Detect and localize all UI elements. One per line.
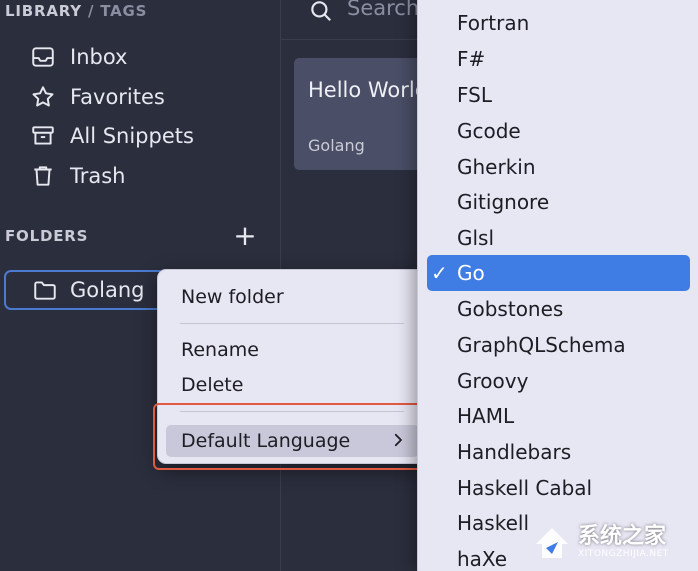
language-item[interactable]: Fortran: [457, 11, 529, 35]
sidebar-item-favorites[interactable]: Favorites: [30, 82, 165, 112]
language-label: Go: [457, 261, 485, 285]
menu-separator: [180, 411, 404, 412]
inbox-icon: [30, 44, 56, 70]
watermark-name: 系统之家: [578, 524, 667, 549]
language-item-selected[interactable]: ✓ Go: [427, 255, 690, 291]
snippet-title: Hello World: [308, 78, 429, 102]
search-input[interactable]: Search: [347, 0, 419, 20]
language-item[interactable]: F#: [457, 47, 485, 71]
sidebar-item-label: All Snippets: [70, 124, 194, 148]
menu-item-new-folder[interactable]: New folder: [181, 286, 284, 308]
folders-header: FOLDERS: [5, 227, 89, 245]
add-folder-button[interactable]: +: [232, 222, 258, 250]
search-bar[interactable]: Search: [281, 0, 421, 40]
menu-item-rename[interactable]: Rename: [181, 339, 259, 361]
sidebar-item-label: Favorites: [70, 85, 165, 109]
language-item[interactable]: GraphQLSchema: [457, 333, 626, 357]
menu-item-label: Default Language: [181, 430, 351, 452]
sidebar-item-trash[interactable]: Trash: [30, 161, 126, 191]
language-item[interactable]: Gobstones: [457, 297, 563, 321]
tags-tab[interactable]: TAGS: [100, 2, 147, 20]
language-item[interactable]: Gherkin: [457, 155, 536, 179]
watermark-site: XITONGZHIJIA.NET: [578, 549, 669, 559]
language-item[interactable]: Gitignore: [457, 190, 549, 214]
language-item[interactable]: HAML: [457, 404, 514, 428]
menu-separator: [180, 323, 404, 324]
language-item[interactable]: Groovy: [457, 369, 528, 393]
sidebar-item-label: Inbox: [70, 45, 128, 69]
watermark-text: 系统之家 XITONGZHIJIA.NET: [578, 524, 669, 560]
snippet-language: Golang: [308, 136, 365, 155]
trash-icon: [30, 163, 56, 189]
sidebar-item-inbox[interactable]: Inbox: [30, 42, 127, 72]
language-item[interactable]: haXe: [457, 547, 507, 571]
checkmark-icon: ✓: [431, 261, 448, 285]
star-icon: [30, 84, 56, 110]
archive-icon: [30, 123, 56, 149]
watermark: 系统之家 XITONGZHIJIA.NET: [532, 519, 692, 565]
menu-item-default-language[interactable]: Default Language: [166, 425, 419, 457]
header-separator: /: [87, 2, 95, 20]
folder-item-golang[interactable]: Golang: [4, 270, 166, 310]
library-tab[interactable]: LIBRARY: [5, 2, 82, 20]
menu-item-delete[interactable]: Delete: [181, 374, 243, 396]
language-submenu: Fortran F# FSL Gcode Gherkin Gitignore G…: [417, 0, 698, 571]
folder-icon: [32, 277, 58, 303]
folder-label: Golang: [70, 278, 145, 302]
folder-context-menu: New folder Rename Delete Default Languag…: [157, 269, 427, 464]
language-item[interactable]: Glsl: [457, 226, 494, 250]
language-item[interactable]: Handlebars: [457, 440, 571, 464]
language-item[interactable]: Gcode: [457, 119, 521, 143]
app-window: LIBRARY / TAGS Inbox Favorites All Snippet…: [0, 0, 698, 571]
language-item[interactable]: Haskell Cabal: [457, 476, 592, 500]
chevron-right-icon: [389, 431, 407, 449]
search-icon: [308, 0, 334, 24]
language-item[interactable]: Haskell: [457, 511, 529, 535]
sidebar-item-all-snippets[interactable]: All Snippets: [30, 121, 194, 151]
watermark-logo-icon: [532, 522, 572, 562]
sidebar-header: LIBRARY / TAGS: [5, 2, 147, 20]
sidebar-item-label: Trash: [70, 164, 126, 188]
language-item[interactable]: FSL: [457, 83, 492, 107]
plus-icon: +: [233, 219, 257, 252]
